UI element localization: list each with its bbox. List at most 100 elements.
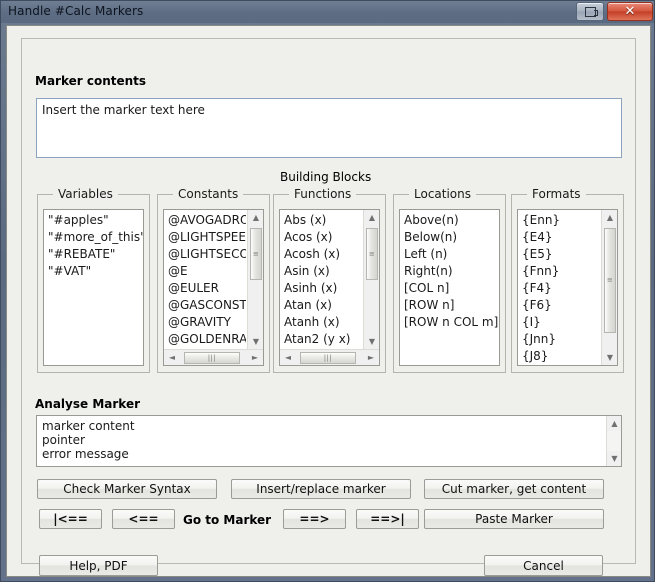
list-item[interactable]: "#VAT" (44, 263, 143, 280)
list-item[interactable]: [ROW n COL m] (400, 314, 499, 331)
horizontal-scroll-thumb[interactable]: ||| (300, 352, 356, 364)
list-item[interactable]: [COL n] (400, 280, 499, 297)
analyse-marker-label: Analyse Marker (35, 397, 140, 411)
scroll-left-icon[interactable]: ◄ (164, 350, 180, 365)
listbox-locations[interactable]: Above(n) Below(n) Left (n) Right(n) [COL… (399, 209, 500, 366)
goto-last-marker-button[interactable]: ==>| (356, 509, 419, 529)
goto-next-marker-button[interactable]: ==> (283, 509, 346, 529)
list-item[interactable]: @GRAVITY (164, 314, 246, 331)
list-item[interactable]: "#apples" (44, 212, 143, 229)
marker-contents-input[interactable]: Insert the marker text here (36, 98, 622, 158)
list-item[interactable]: {I} (518, 314, 600, 331)
list-item[interactable]: {E4} (518, 229, 600, 246)
horizontal-scroll-thumb[interactable]: ||| (184, 352, 240, 364)
list-item[interactable]: Atan (x) (280, 297, 362, 314)
vertical-scroll-thumb[interactable]: ≡ (366, 228, 378, 280)
scroll-grip-icon: ≡ (368, 249, 376, 258)
cancel-button[interactable]: Cancel (484, 555, 603, 576)
scroll-grip-icon: ||| (207, 353, 217, 362)
window-controls: ✕ (576, 2, 653, 21)
list-item[interactable]: @LIGHTSPEED (164, 229, 246, 246)
group-functions-title: Functions (289, 187, 357, 201)
horizontal-scrollbar[interactable]: ◄ ||| ► (164, 349, 263, 365)
scroll-up-icon[interactable]: ▲ (607, 416, 621, 431)
list-item[interactable]: {J8} (518, 348, 600, 365)
restore-button[interactable] (576, 2, 604, 21)
group-constants: Constants @AVOGADRO @LIGHTSPEED @LIGHTSE… (157, 187, 270, 373)
list-item[interactable]: Asin (x) (280, 263, 362, 280)
list-item[interactable]: Left (n) (400, 246, 499, 263)
list-item[interactable]: {Jnn} (518, 331, 600, 348)
insert-replace-marker-button[interactable]: Insert/replace marker (231, 479, 411, 499)
scroll-up-icon[interactable]: ▲ (248, 210, 263, 225)
scroll-down-icon[interactable]: ▼ (248, 334, 263, 349)
list-item[interactable]: Right(n) (400, 263, 499, 280)
list-item[interactable]: @AVOGADRO (164, 212, 246, 229)
scroll-down-icon[interactable]: ▼ (607, 451, 621, 466)
list-item[interactable]: @GOLDENRATI (164, 331, 246, 348)
goto-first-marker-button[interactable]: |<== (39, 509, 102, 529)
goto-previous-marker-button[interactable]: <== (112, 509, 175, 529)
paste-marker-button[interactable]: Paste Marker (424, 509, 604, 529)
scroll-up-icon[interactable]: ▲ (602, 210, 617, 225)
scroll-left-icon[interactable]: ◄ (280, 350, 296, 365)
analyse-line: error message (42, 447, 129, 461)
title-bar[interactable]: Handle #Calc Markers ✕ (1, 1, 654, 23)
list-item[interactable]: Acosh (x) (280, 246, 362, 263)
listbox-variables-items: "#apples" "#more_of_this" "#REBATE" "#VA… (44, 212, 143, 280)
listbox-formats[interactable]: {Enn} {E4} {E5} {Fnn} {F4} {F6} {I} {Jnn… (517, 209, 618, 366)
list-item[interactable]: Atan2 (y x) (280, 331, 362, 348)
list-item[interactable]: Atanh (x) (280, 314, 362, 331)
list-item[interactable]: {Fnn} (518, 263, 600, 280)
marker-contents-value: Insert the marker text here (42, 103, 205, 117)
list-item[interactable]: "#more_of_this" (44, 229, 143, 246)
close-button[interactable]: ✕ (607, 2, 653, 21)
scroll-up-icon[interactable]: ▲ (364, 210, 379, 225)
list-item[interactable]: {F6} (518, 297, 600, 314)
analyse-marker-output[interactable]: marker content pointer error message ▲ ▼ (36, 415, 622, 467)
scroll-right-icon[interactable]: ► (363, 350, 379, 365)
vertical-scrollbar[interactable]: ▲ ≡ ▼ (363, 210, 379, 349)
vertical-scroll-thumb[interactable]: ≡ (250, 228, 262, 280)
list-item[interactable]: @EULER (164, 280, 246, 297)
list-item[interactable]: @LIGHTSECON (164, 246, 246, 263)
list-item[interactable]: "#REBATE" (44, 246, 143, 263)
list-item[interactable]: [ROW n] (400, 297, 499, 314)
analyse-line: pointer (42, 433, 85, 447)
scroll-grip-icon: ||| (323, 353, 333, 362)
help-pdf-button[interactable]: Help, PDF (39, 555, 158, 576)
horizontal-scrollbar[interactable]: ◄ ||| ► (280, 349, 379, 365)
list-item[interactable]: {F4} (518, 280, 600, 297)
listbox-formats-items: {Enn} {E4} {E5} {Fnn} {F4} {F6} {I} {Jnn… (518, 212, 600, 365)
list-item[interactable]: Abs (x) (280, 212, 362, 229)
analyse-line: marker content (42, 419, 135, 433)
vertical-scrollbar[interactable]: ▲ ▼ (606, 416, 621, 466)
group-variables-title: Variables (53, 187, 118, 201)
list-item[interactable]: Above(n) (400, 212, 499, 229)
list-item[interactable]: Below(n) (400, 229, 499, 246)
vertical-scrollbar[interactable]: ▲ ≡ ▼ (247, 210, 263, 349)
group-functions: Functions Abs (x) Acos (x) Acosh (x) Asi… (273, 187, 386, 373)
list-item[interactable]: {Enn} (518, 212, 600, 229)
list-item[interactable]: {E5} (518, 246, 600, 263)
list-item[interactable]: Acos (x) (280, 229, 362, 246)
list-item[interactable]: @GASCONST (164, 297, 246, 314)
check-marker-syntax-button[interactable]: Check Marker Syntax (37, 479, 217, 499)
listbox-variables[interactable]: "#apples" "#more_of_this" "#REBATE" "#VA… (43, 209, 144, 366)
scroll-right-icon[interactable]: ► (247, 350, 263, 365)
scroll-down-icon[interactable]: ▼ (602, 350, 617, 365)
dialog-window: Handle #Calc Markers ✕ Marker contents I… (0, 0, 655, 582)
group-formats-title: Formats (527, 187, 586, 201)
cut-marker-get-content-button[interactable]: Cut marker, get content (424, 479, 604, 499)
vertical-scrollbar[interactable]: ▲ ≡ ▼ (601, 210, 617, 365)
scroll-down-icon[interactable]: ▼ (364, 334, 379, 349)
goto-marker-label: Go to Marker (183, 513, 272, 527)
vertical-scroll-thumb[interactable]: ≡ (604, 228, 616, 333)
listbox-constants[interactable]: @AVOGADRO @LIGHTSPEED @LIGHTSECON @E @EU… (163, 209, 264, 366)
listbox-constants-items: @AVOGADRO @LIGHTSPEED @LIGHTSECON @E @EU… (164, 212, 246, 348)
list-item[interactable]: @E (164, 263, 246, 280)
scroll-grip-icon: ≡ (252, 249, 260, 258)
group-locations: Locations Above(n) Below(n) Left (n) Rig… (393, 187, 506, 373)
list-item[interactable]: Asinh (x) (280, 280, 362, 297)
listbox-functions[interactable]: Abs (x) Acos (x) Acosh (x) Asin (x) Asin… (279, 209, 380, 366)
